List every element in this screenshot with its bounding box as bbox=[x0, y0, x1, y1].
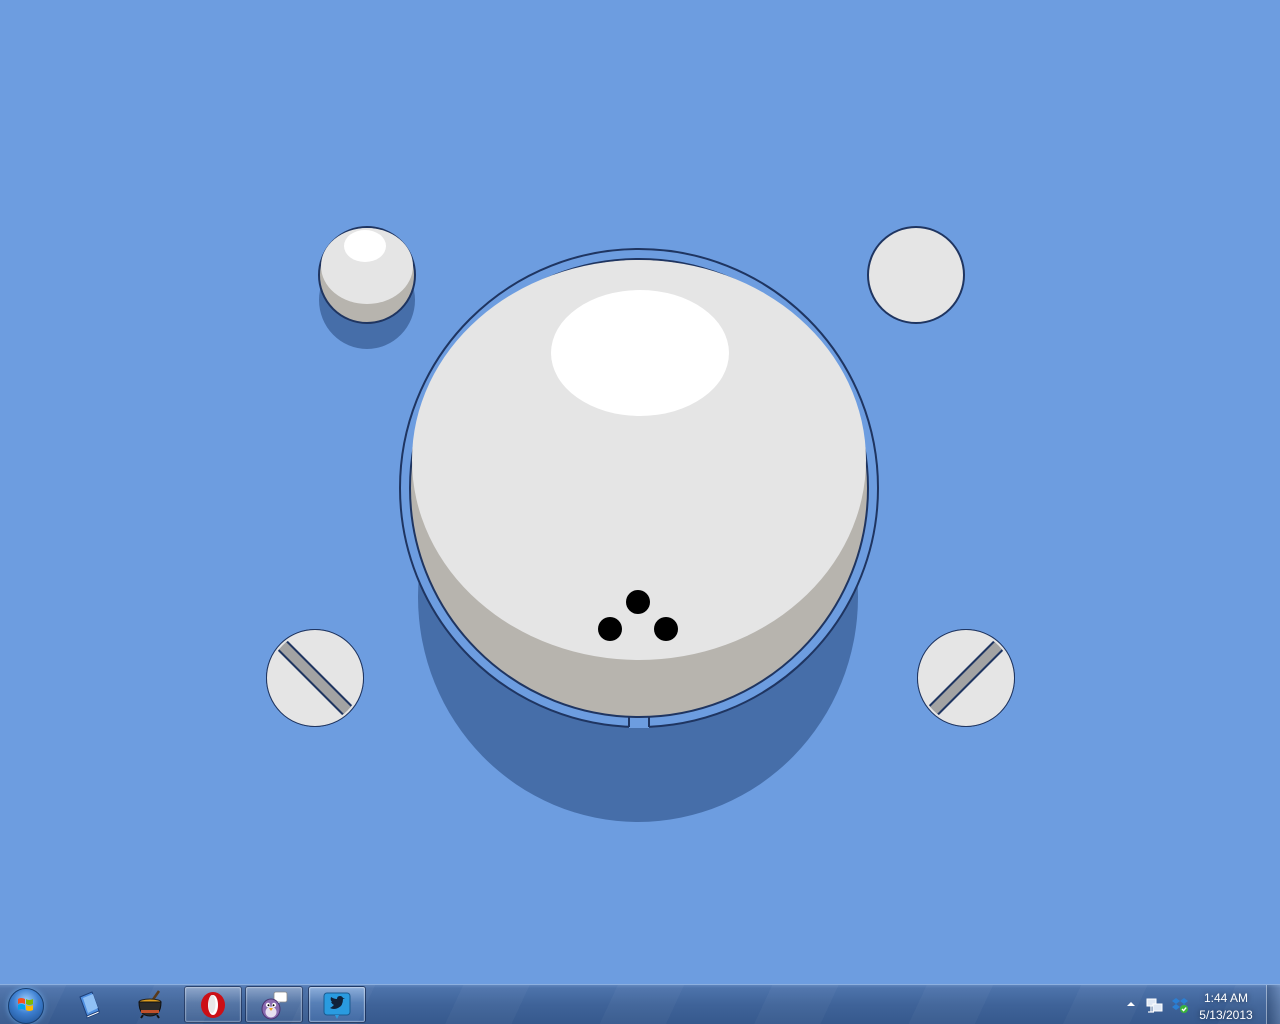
opera-icon bbox=[201, 992, 225, 1018]
dropbox-icon[interactable] bbox=[1171, 996, 1189, 1014]
taskbar-twitter-button[interactable] bbox=[308, 986, 366, 1023]
taskbar-opera-button[interactable] bbox=[184, 986, 242, 1023]
taskbar: 1:44 AM 5/13/2013 bbox=[0, 984, 1280, 1024]
chevron-up-icon[interactable] bbox=[1124, 997, 1138, 1011]
twitter-bird-icon bbox=[323, 992, 351, 1019]
show-desktop-button[interactable] bbox=[1266, 985, 1280, 1024]
taskbar-notebook-button[interactable] bbox=[61, 986, 119, 1023]
taskbar-pidgin-button[interactable] bbox=[245, 986, 303, 1023]
windows-flag-icon bbox=[18, 998, 33, 1011]
clock-date: 5/13/2013 bbox=[1199, 1008, 1253, 1022]
system-clock[interactable]: 1:44 AM 5/13/2013 bbox=[1188, 987, 1264, 1023]
desktop bbox=[0, 0, 1280, 984]
pidgin-icon bbox=[261, 991, 288, 1020]
cauldron-icon bbox=[138, 990, 162, 1019]
blue-book-icon bbox=[79, 991, 100, 1019]
taskbar-cauldron-button[interactable] bbox=[122, 986, 180, 1023]
start-button[interactable] bbox=[3, 986, 49, 1024]
clock-time: 1:44 AM bbox=[1203, 991, 1249, 1005]
knob-wallpaper bbox=[0, 0, 1280, 984]
network-icon[interactable] bbox=[1146, 996, 1164, 1014]
